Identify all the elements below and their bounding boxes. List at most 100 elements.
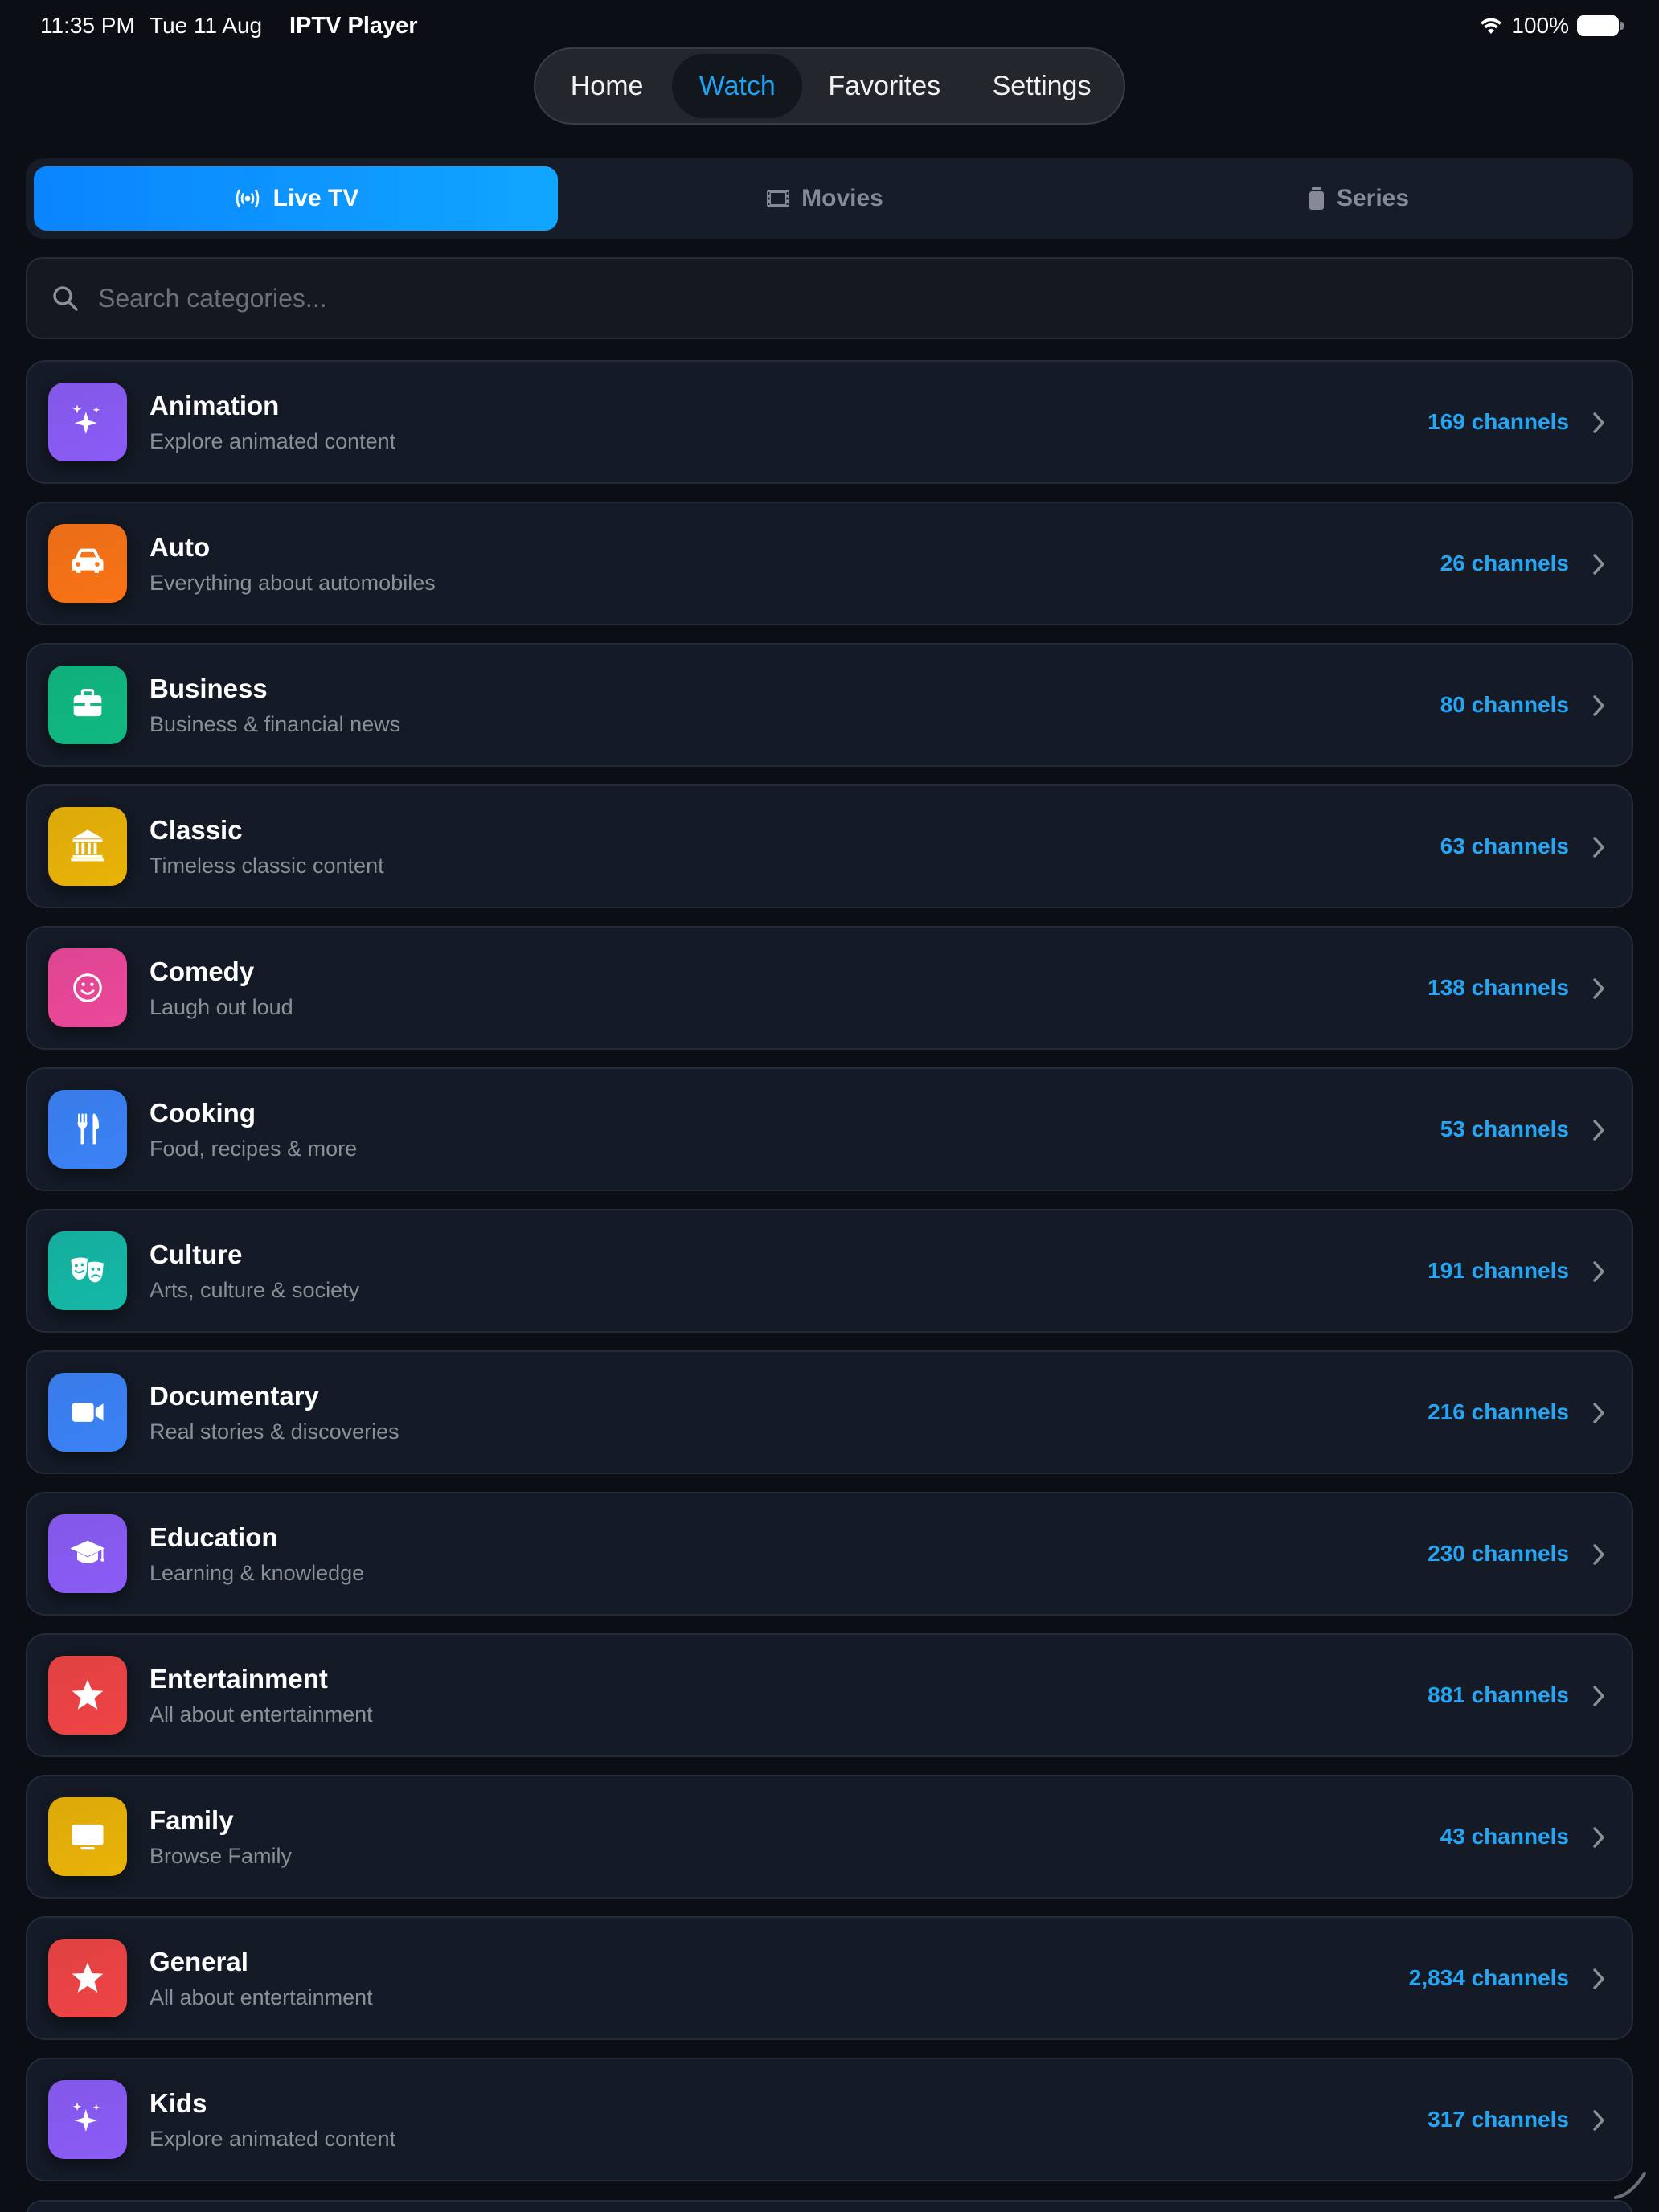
category-row-family[interactable]: Family Browse Family 43 channels bbox=[26, 1775, 1633, 1899]
chevron-right-icon bbox=[1593, 978, 1604, 999]
category-row-business[interactable]: Business Business & financial news 80 chan… bbox=[26, 643, 1633, 767]
briefcase-icon bbox=[73, 688, 102, 717]
status-date: Tue 11 Aug bbox=[150, 13, 263, 38]
category-subtitle: Browse Family bbox=[150, 1844, 293, 1868]
film-icon bbox=[767, 190, 790, 207]
category-list: Animation Explore animated content 169 cha… bbox=[26, 360, 1633, 2199]
sparkles-icon bbox=[72, 404, 100, 435]
battery-percent: 100% bbox=[1511, 13, 1569, 38]
battery-icon bbox=[1577, 15, 1624, 36]
segment-live-tv[interactable]: Live TV bbox=[34, 166, 558, 231]
nav-settings[interactable]: Settings bbox=[966, 54, 1117, 118]
category-title: Animation bbox=[150, 391, 280, 420]
theater-masks-icon bbox=[71, 1257, 105, 1284]
channel-count: 138 channels bbox=[1428, 975, 1569, 1000]
category-row-auto[interactable]: Auto Everything about automobiles 26 chann… bbox=[26, 502, 1633, 625]
broadcast-icon bbox=[236, 189, 259, 208]
chevron-right-icon bbox=[1593, 1120, 1604, 1141]
category-row-education[interactable]: Education Learning & knowledge 230 channel… bbox=[26, 1492, 1633, 1616]
category-title: Education bbox=[150, 1522, 278, 1552]
channel-count: 230 channels bbox=[1428, 1541, 1569, 1566]
category-row-documentary[interactable]: Documentary Real stories & discoveries 216… bbox=[26, 1350, 1633, 1474]
category-title: Entertainment bbox=[150, 1664, 328, 1694]
category-title: Business bbox=[150, 674, 268, 703]
segment-movies[interactable]: Movies bbox=[558, 166, 1092, 231]
category-title: Family bbox=[150, 1805, 234, 1835]
graduation-cap-icon bbox=[70, 1540, 105, 1563]
status-right: 100% bbox=[1479, 11, 1624, 40]
star-icon bbox=[72, 1962, 104, 1993]
channel-count: 80 channels bbox=[1440, 692, 1569, 717]
top-nav: Home Watch Favorites Settings bbox=[534, 47, 1125, 125]
channel-count: 26 channels bbox=[1440, 551, 1569, 576]
category-row-cooking[interactable]: Cooking Food, recipes & more 53 channels bbox=[26, 1067, 1633, 1191]
category-subtitle: Learning & knowledge bbox=[150, 1561, 365, 1585]
category-subtitle: Explore animated content bbox=[150, 2127, 396, 2151]
category-subtitle: Arts, culture & society bbox=[150, 1278, 360, 1302]
video-camera-icon bbox=[72, 1403, 104, 1422]
status-bar: 11:35 PM Tue 11 Aug IPTV Player 100% bbox=[0, 0, 1659, 51]
star-icon bbox=[72, 1679, 104, 1710]
category-title: Documentary bbox=[150, 1381, 319, 1411]
channel-count: 53 channels bbox=[1440, 1116, 1569, 1141]
category-row-comedy[interactable]: Comedy Laugh out loud 138 channels bbox=[26, 926, 1633, 1050]
category-subtitle: Everything about automobiles bbox=[150, 571, 436, 595]
category-row-partial[interactable] bbox=[26, 2200, 1633, 2212]
category-row-animation[interactable]: Animation Explore animated content 169 cha… bbox=[26, 360, 1633, 484]
chevron-right-icon bbox=[1593, 2110, 1604, 2131]
nav-home[interactable]: Home bbox=[542, 54, 672, 118]
category-icon-tile bbox=[48, 1231, 127, 1310]
category-icon-tile bbox=[48, 1514, 127, 1593]
nav-favorites[interactable]: Favorites bbox=[802, 54, 966, 118]
category-icon-tile bbox=[48, 524, 127, 603]
nav-watch[interactable]: Watch bbox=[672, 54, 803, 118]
category-row-entertainment[interactable]: Entertainment All about entertainment 881 … bbox=[26, 1633, 1633, 1757]
category-title: Classic bbox=[150, 815, 243, 845]
chevron-right-icon bbox=[1593, 1261, 1604, 1282]
segment-series-label: Series bbox=[1336, 185, 1410, 211]
category-title: Culture bbox=[150, 1239, 243, 1269]
category-icon-tile bbox=[48, 807, 127, 886]
category-icon-tile bbox=[48, 1090, 127, 1169]
category-row-kids[interactable]: Kids Explore animated content 317 channels bbox=[26, 2058, 1633, 2181]
category-title: General bbox=[150, 1947, 248, 1976]
status-time: 11:35 PM bbox=[40, 13, 135, 38]
search-input[interactable] bbox=[98, 283, 1632, 313]
category-icon-tile bbox=[48, 948, 127, 1027]
channel-count: 43 channels bbox=[1440, 1824, 1569, 1849]
category-subtitle: Real stories & discoveries bbox=[150, 1419, 399, 1444]
category-title: Kids bbox=[150, 2088, 207, 2118]
building-columns-icon bbox=[71, 830, 104, 862]
category-icon-tile bbox=[48, 666, 127, 744]
channel-count: 317 channels bbox=[1428, 2107, 1569, 2132]
category-icon-tile bbox=[48, 1656, 127, 1735]
category-title: Auto bbox=[150, 532, 211, 562]
channel-count: 216 channels bbox=[1428, 1399, 1569, 1424]
category-subtitle: Explore animated content bbox=[150, 429, 396, 453]
chevron-right-icon bbox=[1593, 695, 1604, 716]
category-row-classic[interactable]: Classic Timeless classic content 63 channe… bbox=[26, 784, 1633, 908]
segment-live-tv-label: Live TV bbox=[272, 185, 359, 211]
category-icon-tile bbox=[48, 1373, 127, 1452]
category-subtitle: Laugh out loud bbox=[150, 995, 293, 1019]
category-row-culture[interactable]: Culture Arts, culture & society 191 channe… bbox=[26, 1209, 1633, 1333]
category-row-general[interactable]: General All about entertainment 2,834 chan… bbox=[26, 1916, 1633, 2040]
smiley-icon bbox=[73, 973, 102, 1002]
series-stack-icon bbox=[1309, 187, 1324, 210]
category-title: Comedy bbox=[150, 956, 255, 986]
chevron-right-icon bbox=[1593, 837, 1604, 858]
search-bar bbox=[26, 257, 1633, 339]
channel-count: 191 channels bbox=[1428, 1258, 1569, 1283]
segment-movies-label: Movies bbox=[801, 185, 883, 211]
category-subtitle: Business & financial news bbox=[150, 712, 401, 736]
wifi-icon bbox=[1481, 18, 1502, 34]
category-subtitle: All about entertainment bbox=[150, 1985, 373, 2009]
search-icon bbox=[53, 286, 78, 311]
chevron-right-icon bbox=[1593, 1968, 1604, 1989]
chevron-right-icon bbox=[1593, 412, 1604, 433]
category-subtitle: Food, recipes & more bbox=[150, 1137, 358, 1161]
segment-series[interactable]: Series bbox=[1092, 166, 1625, 231]
chevron-right-icon bbox=[1593, 1827, 1604, 1848]
car-icon bbox=[72, 548, 104, 573]
tv-icon bbox=[72, 1824, 104, 1850]
